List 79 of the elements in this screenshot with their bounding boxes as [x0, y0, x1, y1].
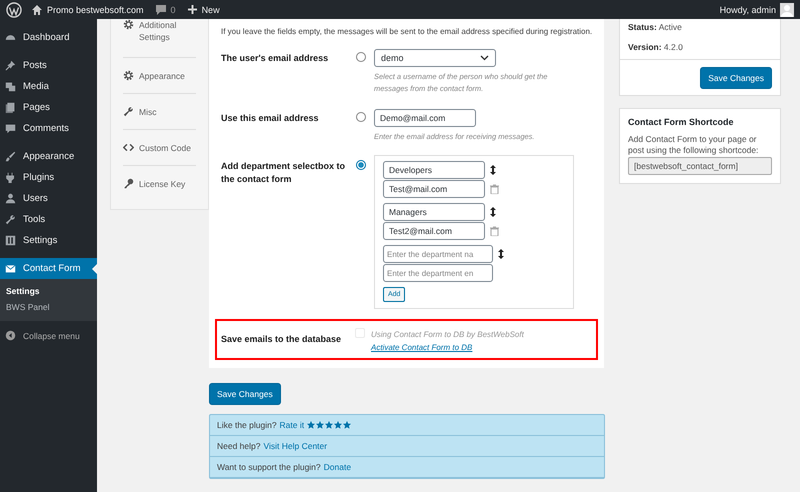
description-text: Add Contact Form to your page or post using the following shortcode:	[628, 134, 760, 156]
avatar-icon	[780, 2, 794, 16]
sort-arrows-icon	[498, 249, 504, 259]
menu-item[interactable]: Pages	[0, 97, 97, 118]
collapse-icon	[5, 330, 16, 341]
description-text: Using Contact Form to DB by BestWebSoft Activate Contact Form to DB	[371, 329, 525, 354]
input-field[interactable]: Managers	[383, 203, 485, 221]
menu-item[interactable]: Appearance	[0, 146, 97, 167]
field-label: Save emails to the database	[221, 333, 342, 346]
key-icon	[123, 178, 134, 189]
menu-item[interactable]: Media	[0, 76, 97, 97]
envelope-icon	[5, 263, 16, 274]
menu-item[interactable]: Dashboard	[0, 27, 97, 48]
submenu-item[interactable]: BWS Panel	[0, 299, 97, 315]
site-link[interactable]: Promo bestwebsoft.com	[31, 4, 144, 16]
comment-icon	[154, 4, 167, 16]
menu-item[interactable]: Plugins	[0, 167, 97, 188]
gear-icon	[123, 19, 134, 30]
notice-link[interactable]: Visit Help Center	[263, 441, 328, 451]
input-field[interactable]: Demo@mail.com	[374, 109, 476, 127]
settings-tab[interactable]: Appearance	[123, 58, 196, 94]
input-field[interactable]: Developers	[383, 161, 485, 179]
menu-item[interactable]: Comments	[0, 118, 97, 139]
submenu-item[interactable]: Settings	[0, 283, 97, 299]
settings-tab[interactable]: Custom Code	[123, 130, 196, 166]
input-field[interactable]: Test@mail.com	[383, 180, 485, 198]
input-field[interactable]: Test2@mail.com	[383, 222, 485, 240]
menu-item[interactable]: Settings	[0, 230, 97, 251]
notice-text: Need help?	[217, 441, 260, 451]
status-text: Status: Active	[627, 21, 683, 34]
user-icon	[5, 193, 16, 204]
home-icon	[31, 4, 43, 16]
save-changes-button[interactable]: Save Changes	[209, 383, 281, 405]
intro-text: If you leave the fields empty, the messages will be sent to the email address specified during registration.	[220, 27, 594, 36]
radio-button[interactable]	[356, 160, 366, 170]
field-label: The user's email address	[221, 52, 330, 65]
wrench-icon	[5, 214, 16, 225]
menu-item[interactable]: Tools	[0, 209, 97, 230]
settings-tab[interactable]: License Key	[123, 166, 196, 201]
gear-icon	[123, 70, 134, 81]
trash-icon	[490, 226, 499, 236]
radio-button[interactable]	[356, 52, 366, 62]
version-text: Version: 4.2.0	[627, 41, 684, 54]
notice-link[interactable]: Donate	[324, 462, 352, 472]
plus-icon	[186, 4, 198, 15]
settings-tab[interactable]: Misc	[123, 94, 196, 130]
plug-icon	[5, 172, 16, 183]
select-dropdown[interactable]: demo	[374, 49, 496, 67]
brush-icon	[5, 151, 16, 162]
pin-icon	[5, 60, 16, 71]
input-field[interactable]: Enter the department na	[383, 245, 493, 263]
save-changes-button[interactable]: Save Changes	[700, 67, 772, 89]
menu-item[interactable]: Posts	[0, 55, 97, 76]
comment-icon	[5, 123, 16, 134]
settings-tab[interactable]: Additional Settings	[123, 19, 196, 58]
input-field[interactable]: Enter the department en	[383, 264, 493, 282]
comments-link[interactable]: 0	[154, 4, 176, 16]
collapse-menu-button[interactable]: Collapse menu	[0, 325, 97, 346]
account-link[interactable]: Howdy, admin	[720, 2, 794, 16]
chevron-down-icon	[480, 55, 489, 61]
new-link[interactable]: New	[186, 4, 220, 15]
field-label: Add department selectbox to the contact form	[221, 160, 346, 186]
menu-item[interactable]: Users	[0, 188, 97, 209]
notice-link[interactable]: Rate it	[280, 420, 304, 430]
field-label: Use this email address	[221, 112, 320, 125]
menu-item[interactable]: Contact Form	[0, 258, 97, 279]
pages-icon	[5, 102, 16, 113]
sort-arrows-icon	[490, 207, 496, 217]
trash-icon	[490, 184, 499, 194]
wordpress-logo-icon	[6, 2, 22, 18]
shortcode-field[interactable]: [bestwebsoft_contact_form]	[628, 157, 772, 175]
sort-arrows-icon	[490, 165, 496, 175]
code-icon	[123, 142, 134, 153]
panel-title: Contact Form Shortcode	[628, 117, 735, 127]
notice-text: Want to support the plugin?	[217, 462, 321, 472]
radio-button[interactable]	[356, 112, 366, 122]
notice-text: Like the plugin?	[217, 420, 277, 430]
wrench-icon	[123, 106, 134, 117]
star-rating[interactable]	[307, 421, 352, 429]
